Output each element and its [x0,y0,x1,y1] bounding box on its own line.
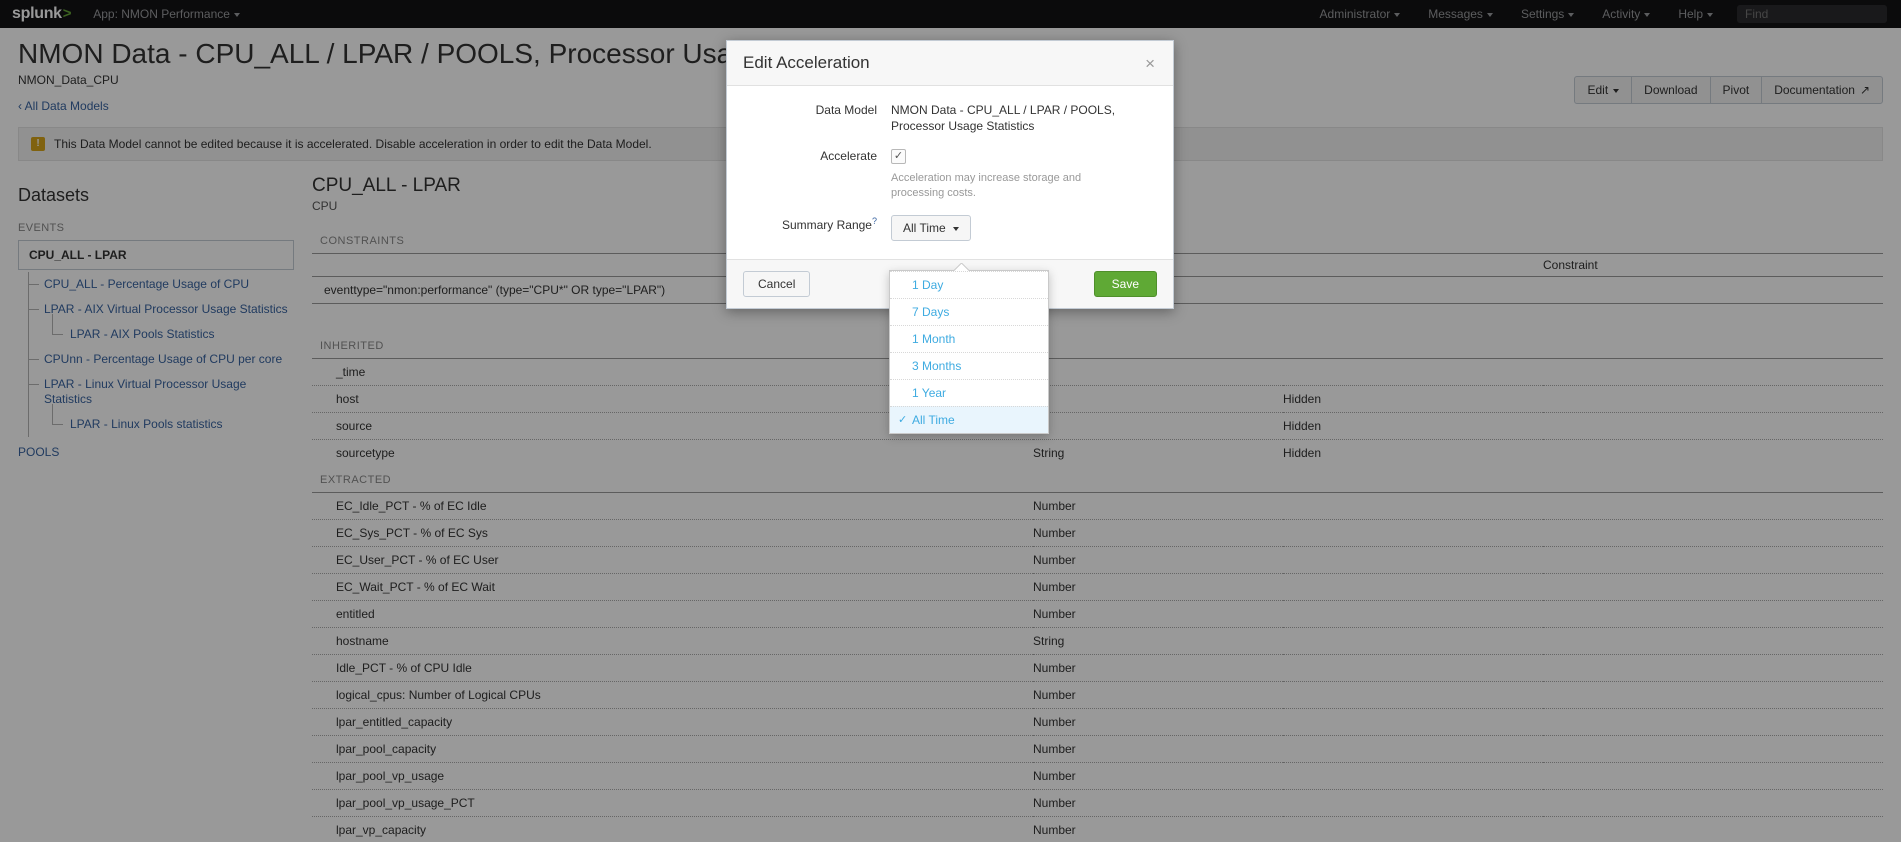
dropdown-option-7-days[interactable]: 7 Days [890,298,1048,325]
dropdown-option-3-months[interactable]: 3 Months [890,352,1048,379]
summary-range-label: Summary Range? [743,215,891,241]
dropdown-option-1-day[interactable]: 1 Day [890,271,1048,298]
close-icon[interactable]: × [1143,55,1157,72]
accelerate-label: Accelerate [820,149,877,163]
data-model-label: Data Model [815,103,877,117]
dropdown-option-all-time[interactable]: ✓ All Time [890,406,1048,433]
dropdown-option-all-time-label: All Time [912,413,955,427]
accelerate-checkbox[interactable]: ✓ [891,149,906,164]
check-icon: ✓ [893,150,904,162]
app-root: splunk > App: NMON Performance Administra… [0,0,1901,842]
summary-range-dropdown-button[interactable]: All Time [891,215,971,241]
dropdown-option-1-month[interactable]: 1 Month [890,325,1048,352]
modal-title: Edit Acceleration [743,53,870,72]
dropdown-arrow-icon [954,263,969,271]
summary-range-value: All Time [903,221,946,235]
accelerate-hint: Acceleration may increase storage and pr… [891,172,1082,199]
modal-body: Data Model NMON Data - CPU_ALL / LPAR / … [727,86,1173,259]
help-icon[interactable]: ? [872,216,877,226]
cancel-button[interactable]: Cancel [743,271,811,297]
data-model-row: Data Model NMON Data - CPU_ALL / LPAR / … [743,102,1157,134]
edit-acceleration-modal: Edit Acceleration × Data Model NMON Data… [726,40,1174,309]
data-model-value: NMON Data - CPU_ALL / LPAR / POOLS, Proc… [891,103,1116,133]
summary-range-row: Summary Range? All Time [743,215,1157,241]
dropdown-option-1-year[interactable]: 1 Year [890,379,1048,406]
chevron-down-icon [952,227,959,231]
modal-header: Edit Acceleration × [727,41,1173,86]
save-button[interactable]: Save [1093,271,1157,297]
summary-range-label-text: Summary Range [781,218,872,232]
summary-range-dropdown-menu: 1 Day 7 Days 1 Month 3 Months 1 Year ✓ A… [889,270,1049,434]
check-icon: ✓ [898,414,908,426]
accelerate-row: Accelerate ✓ Acceleration may increase s… [743,148,1157,201]
